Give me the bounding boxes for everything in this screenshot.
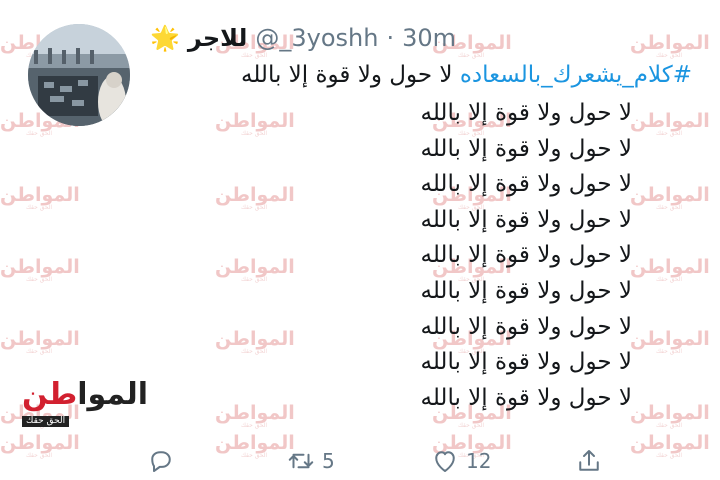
tweet-line: لا حول ولا قوة إلا بالله [420, 313, 632, 340]
watermark-brand: المواطن [0, 328, 80, 350]
watermark-tagline: الحق حقك [656, 52, 683, 59]
watermark-brand: المواطن [630, 432, 710, 454]
watermark-brand: المواطن [0, 256, 80, 278]
tweet-line: لا حول ولا قوة إلا بالله [420, 206, 632, 233]
tweet-text: #كلام_يشعرك_بالسعاده لا حول ولا قوة إلا … [152, 60, 692, 416]
tweet-actions: 5 12 [140, 446, 620, 476]
avatar[interactable] [28, 24, 130, 126]
retweet-icon [288, 453, 314, 469]
hashtag-link[interactable]: #كلام_يشعرك_بالسعاده [460, 62, 692, 88]
heart-icon [435, 451, 455, 472]
watermark-text: المواطنالحق حقك [0, 328, 80, 355]
share-button[interactable] [574, 446, 604, 476]
tweet-line: لا حول ولا قوة إلا بالله [420, 100, 632, 126]
brand-logo-text: المواطن [22, 377, 149, 412]
display-name[interactable]: للاجر [188, 24, 247, 52]
watermark-brand: المواطن [0, 184, 80, 206]
watermark-tagline: الحق حقك [458, 422, 485, 429]
tweet-line: لا حول ولا قوة إلا بالله [420, 277, 632, 304]
avatar-photo [28, 24, 130, 126]
tweet-line: لا حول ولا قوة إلا بالله [420, 384, 632, 411]
watermark-text: المواطنالحق حقك [630, 432, 710, 459]
watermark-tagline: الحق حقك [26, 348, 53, 355]
repeated-lines: لا حول ولا قوة إلا بالله لا حول ولا قوة إ… [152, 96, 692, 416]
tweet-line: لا حول ولا قوة إلا بالله [420, 242, 632, 269]
watermark-tagline: الحق حقك [458, 52, 485, 59]
first-line-text: لا حول ولا قوة إلا بالله [240, 62, 453, 88]
watermark-text: المواطنالحق حقك [0, 184, 80, 211]
watermark-tagline: الحق حقك [241, 52, 268, 59]
watermark-brand: المواطن [630, 32, 710, 54]
tweet-header: 🌟 للاجر @_3yoshh · 30m [150, 24, 470, 52]
watermark-text: المواطنالحق حقك [630, 32, 710, 59]
retweet-count: 5 [322, 449, 335, 473]
brand-logo: المواطن الحق حقك [22, 377, 149, 427]
tweet-line: لا حول ولا قوة إلا بالله [420, 135, 632, 162]
like-count: 12 [466, 449, 492, 473]
reply-button[interactable] [146, 446, 176, 476]
watermark-brand: المواطن [0, 432, 80, 454]
user-handle[interactable]: @_3yoshh [255, 24, 378, 52]
watermark-text: المواطنالحق حقك [0, 256, 80, 283]
sun-emoji-icon: 🌟 [150, 24, 180, 52]
tweet-line: لا حول ولا قوة إلا بالله [420, 171, 632, 198]
tweet-first-line: #كلام_يشعرك_بالسعاده لا حول ولا قوة إلا … [152, 60, 692, 90]
brand-tagline: الحق حقك [22, 416, 70, 427]
watermark-tagline: الحق حقك [26, 130, 53, 137]
watermark-tagline: الحق حقك [656, 422, 683, 429]
watermark-tagline: الحق حقك [656, 452, 683, 459]
share-icon [579, 450, 599, 471]
watermark-tagline: الحق حقك [26, 452, 53, 459]
watermark-tagline: الحق حقك [26, 276, 53, 283]
retweet-button[interactable]: 5 [286, 446, 335, 476]
watermark-tagline: الحق حقك [26, 204, 53, 211]
brand-logo-part2: طن [22, 377, 78, 412]
timestamp[interactable]: 30m [402, 24, 456, 52]
separator-dot: · [386, 24, 395, 52]
tweet-line: لا حول ولا قوة إلا بالله [420, 349, 632, 376]
watermark-text: المواطنالحق حقك [0, 432, 80, 459]
like-button[interactable]: 12 [430, 446, 491, 476]
brand-logo-part1: الموا [77, 377, 149, 412]
watermark-tagline: الحق حقك [241, 422, 268, 429]
reply-icon [151, 451, 171, 472]
